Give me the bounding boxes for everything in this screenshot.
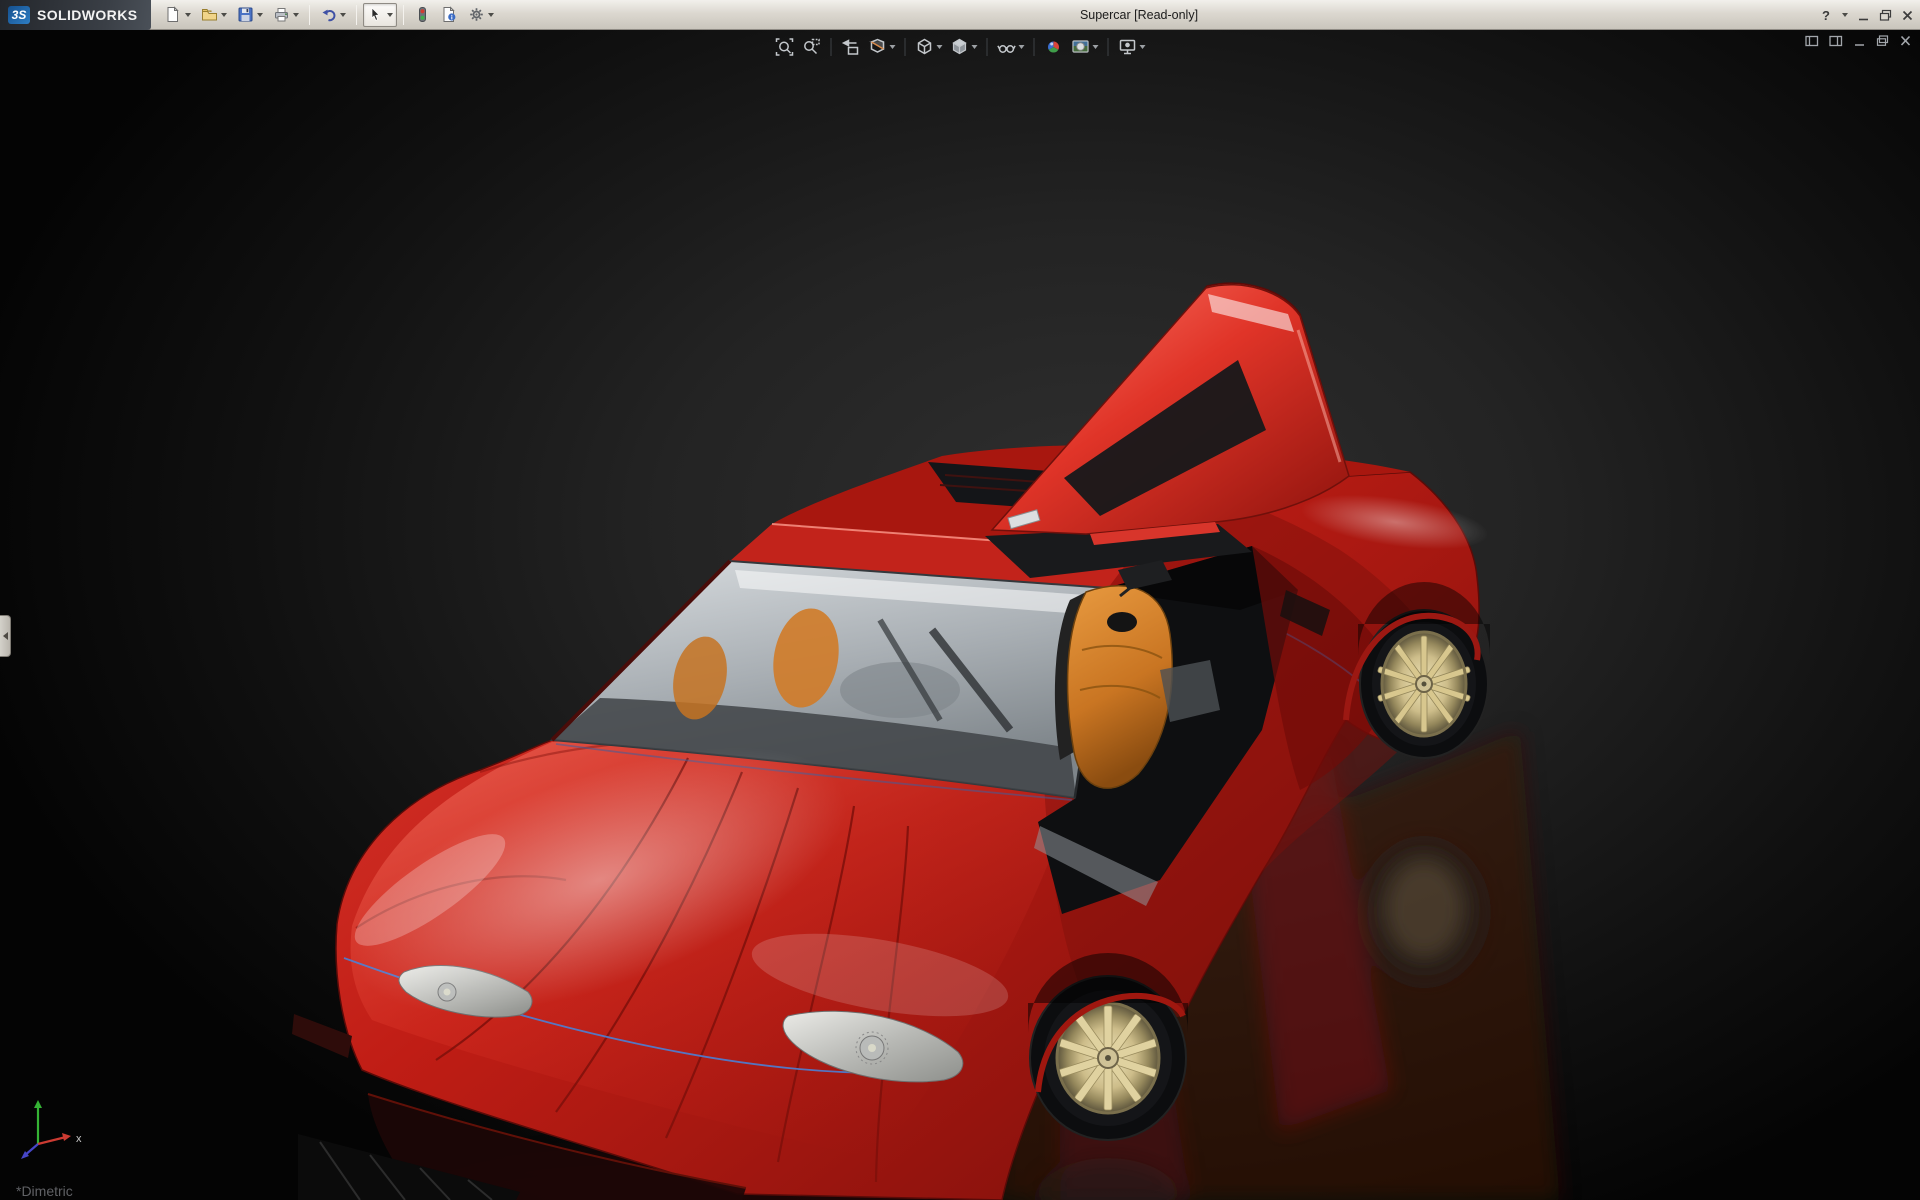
apply-scene-dropdown-icon[interactable] [1092, 45, 1099, 49]
previous-view-button[interactable] [839, 35, 863, 59]
new-dropdown-arrow-icon[interactable] [185, 12, 192, 17]
file-properties-icon [443, 6, 456, 22]
save-dropdown-arrow-icon[interactable] [257, 12, 264, 17]
apply-scene-button[interactable] [1069, 35, 1101, 59]
view-orientation-label: *Dimetric [16, 1183, 73, 1199]
open-dropdown-arrow-icon[interactable] [221, 12, 228, 17]
zoom-to-area-button[interactable] [800, 35, 824, 59]
collapse-arrow-icon [2, 632, 8, 640]
display-style-button[interactable] [948, 35, 980, 59]
print-button[interactable] [269, 3, 303, 27]
view-settings-dropdown-icon[interactable] [1139, 45, 1146, 49]
x-axis-label: x [76, 1133, 82, 1145]
print-dropdown-arrow-icon[interactable] [293, 12, 300, 17]
undo-dropdown-arrow-icon[interactable] [340, 12, 347, 17]
toolbar-separator [309, 4, 311, 25]
section-view-button[interactable] [866, 35, 898, 59]
save-floppy-icon [238, 7, 253, 22]
solidworks-window: 3S SOLIDWORKS Supercar [Read-only] ? x *… [0, 0, 1920, 1200]
edit-appearance-button[interactable] [1042, 35, 1066, 59]
rebuild-traffic-light-icon [419, 7, 427, 22]
restore-button[interactable] [1879, 9, 1892, 22]
window-controls: ? [1822, 0, 1914, 30]
hide-show-items-button[interactable] [995, 35, 1027, 59]
section-view-icon [868, 38, 885, 53]
toolbar-separator [356, 4, 358, 25]
zoom-to-fit-icon [775, 38, 794, 56]
document-title: Supercar [Read-only] [1079, 8, 1199, 22]
menu-bar-toolbar [161, 2, 498, 27]
graphics-area[interactable]: x *Dimetric [0, 30, 1920, 1200]
seat-headrest-hole [1107, 612, 1137, 632]
undo-icon [322, 9, 336, 22]
open-folder-icon [202, 9, 218, 21]
orientation-triad: x [21, 1100, 82, 1159]
toolbar-separator [986, 38, 988, 56]
help-icon[interactable]: ? [1822, 8, 1830, 23]
select-dropdown-arrow-icon[interactable] [387, 12, 394, 17]
view-orientation-cube-icon [917, 38, 932, 55]
zoom-to-area-icon [804, 38, 820, 55]
close-button[interactable] [1901, 9, 1914, 22]
document-close-button[interactable] [1899, 35, 1912, 47]
hide-show-glasses-icon [997, 45, 1016, 53]
open-button[interactable] [197, 3, 231, 27]
view-orientation-button[interactable] [913, 35, 945, 59]
options-dropdown-arrow-icon[interactable] [488, 12, 495, 17]
view-settings-button[interactable] [1116, 35, 1148, 59]
options-gear-icon [470, 8, 484, 21]
solidworks-logo: 3S SOLIDWORKS [0, 0, 152, 30]
display-style-icon [952, 38, 967, 55]
apply-scene-icon [1072, 40, 1089, 53]
print-icon [275, 8, 289, 22]
pane-left-icon[interactable] [1805, 35, 1819, 47]
save-button[interactable] [233, 3, 267, 27]
solidworks-logo-text: SOLIDWORKS [37, 6, 138, 23]
zoom-to-fit-button[interactable] [773, 35, 797, 59]
toolbar-separator [403, 4, 405, 25]
document-minimize-button[interactable] [1853, 35, 1866, 47]
previous-view-icon [841, 39, 859, 55]
toolbar-separator [830, 38, 832, 56]
help-dropdown-arrow-icon[interactable] [1842, 13, 1848, 17]
x-axis-arrow-icon [62, 1133, 71, 1141]
file-properties-button[interactable] [437, 3, 462, 27]
document-restore-button[interactable] [1876, 35, 1889, 47]
toolbar-separator [904, 38, 906, 56]
rebuild-button[interactable] [410, 3, 435, 27]
view-orientation-dropdown-icon[interactable] [936, 45, 943, 49]
rear-right-wheel[interactable] [1358, 582, 1490, 759]
display-style-dropdown-icon[interactable] [971, 45, 978, 49]
heads-up-view-toolbar [773, 35, 1148, 59]
y-axis-arrow-icon [34, 1100, 42, 1108]
edit-appearance-ball-icon [1047, 41, 1060, 53]
minimize-button[interactable] [1857, 9, 1870, 22]
3d-model-canvas[interactable] [0, 30, 1920, 1200]
view-settings-monitor-icon [1119, 39, 1136, 55]
undo-button[interactable] [316, 3, 350, 27]
toolbar-separator [1107, 38, 1109, 56]
new-document-icon [167, 6, 180, 22]
select-cursor-icon [372, 7, 381, 21]
options-button[interactable] [464, 3, 498, 27]
select-button[interactable] [363, 2, 398, 27]
titlebar: 3S SOLIDWORKS Supercar [Read-only] ? [0, 0, 1920, 30]
hide-show-dropdown-icon[interactable] [1018, 45, 1025, 49]
toolbar-separator [1033, 38, 1035, 56]
dassault-3ds-logo-icon: 3S [8, 5, 30, 24]
pane-right-icon[interactable] [1829, 35, 1843, 47]
new-button[interactable] [161, 3, 195, 27]
document-window-controls [1805, 35, 1912, 47]
section-view-dropdown-icon[interactable] [889, 45, 896, 49]
featuremanager-flyout-tab[interactable] [0, 615, 11, 657]
